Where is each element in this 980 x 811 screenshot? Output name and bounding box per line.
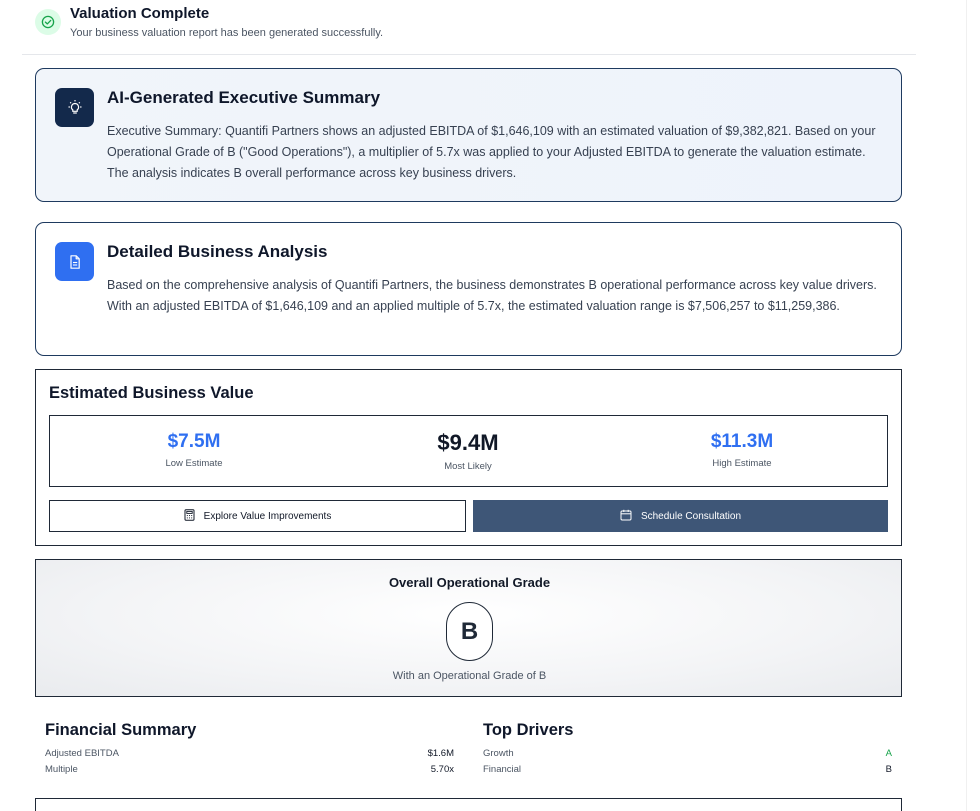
executive-summary-text: Executive Summary: Quantifi Partners sho…: [107, 124, 876, 180]
lightbulb-icon: [55, 88, 94, 127]
schedule-button-label: Schedule Consultation: [640, 510, 742, 522]
schedule-consultation-button[interactable]: Schedule Consultation: [473, 500, 888, 532]
high-estimate: $11.3M High Estimate: [642, 416, 842, 469]
executive-summary-title: AI-Generated Executive Summary: [107, 88, 381, 107]
grade-title: Overall Operational Grade: [388, 575, 551, 590]
header-subtitle: Your business valuation report has been …: [70, 27, 384, 39]
explore-value-improvements-button[interactable]: Explore Value Improvements: [49, 500, 466, 532]
estimate-range-box: $7.5M Low Estimate $9.4M Most Likely $11…: [49, 415, 888, 487]
driver-grade: A: [885, 748, 892, 759]
detailed-analysis-card: Detailed Business Analysis Based on the …: [35, 222, 902, 356]
financial-summary-title: Financial Summary: [45, 721, 197, 739]
valuation-complete-header: Valuation Complete Your business valuati…: [22, 0, 916, 55]
calendar-icon: [620, 509, 632, 524]
check-circle-icon: [35, 9, 61, 35]
calculator-icon: [184, 508, 195, 524]
document-icon: [55, 242, 94, 281]
executive-summary-card: AI-Generated Executive Summary Executive…: [35, 68, 902, 202]
most-likely-value: $9.4M: [437, 430, 499, 455]
operational-grade-section: Overall Operational Grade B With an Oper…: [35, 559, 902, 697]
top-drivers-title: Top Drivers: [483, 721, 574, 739]
grade-badge: B: [446, 602, 493, 661]
valuation-report-panel: Valuation Complete Your business valuati…: [22, 0, 916, 811]
high-estimate-label: High Estimate: [712, 458, 772, 469]
financial-row-value: $1.6M: [427, 748, 454, 759]
explore-button-label: Explore Value Improvements: [203, 510, 332, 522]
driver-grade: B: [885, 764, 892, 775]
most-likely-label: Most Likely: [444, 461, 492, 472]
most-likely-estimate: $9.4M Most Likely: [368, 416, 568, 472]
driver-row-label: Growth: [483, 748, 514, 759]
high-estimate-value: $11.3M: [710, 431, 774, 452]
financial-row-label: Multiple: [45, 764, 78, 775]
low-estimate-value: $7.5M: [167, 431, 221, 452]
grade-subtitle: With an Operational Grade of B: [392, 670, 547, 682]
header-title: Valuation Complete: [70, 5, 210, 22]
financial-row-label: Adjusted EBITDA: [45, 748, 119, 759]
low-estimate: $7.5M Low Estimate: [94, 416, 294, 469]
financial-row-value: 5.70x: [430, 764, 454, 775]
estimated-value-title: Estimated Business Value: [49, 384, 254, 402]
detailed-analysis-text: Based on the comprehensive analysis of Q…: [107, 278, 877, 313]
scrollbar[interactable]: [966, 0, 980, 811]
detailed-analysis-title: Detailed Business Analysis: [107, 242, 328, 261]
driver-row-label: Financial: [483, 764, 522, 775]
low-estimate-label: Low Estimate: [165, 458, 223, 469]
estimated-value-section: Estimated Business Value $7.5M Low Estim…: [35, 369, 902, 546]
next-section-card: [35, 798, 902, 811]
